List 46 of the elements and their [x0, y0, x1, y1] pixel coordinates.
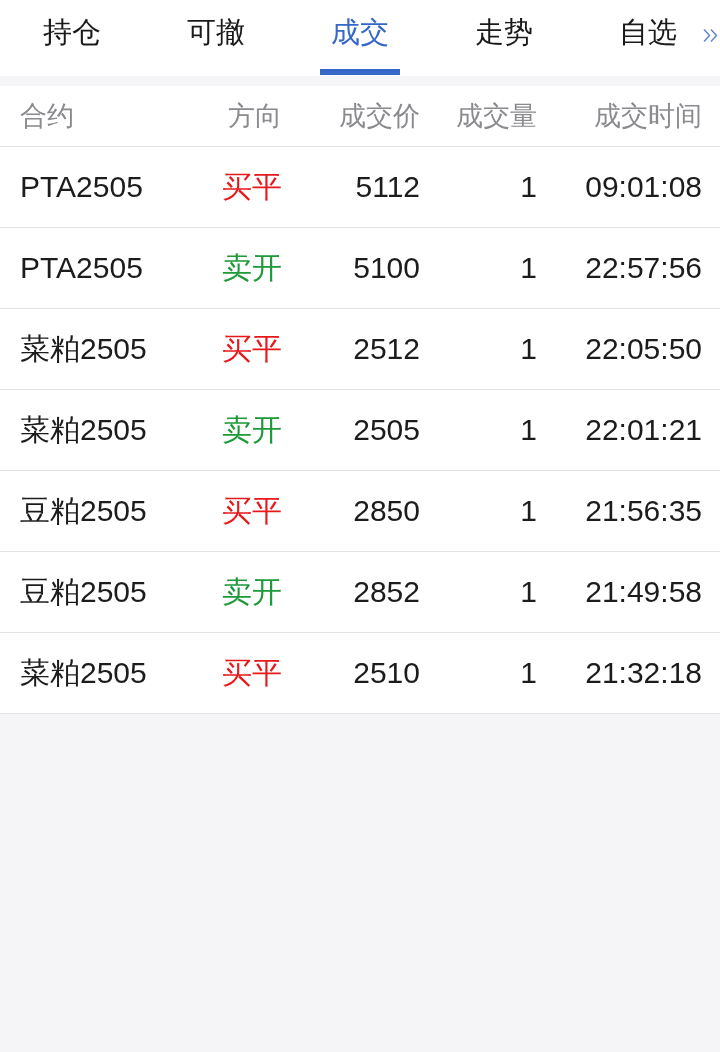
direction-text: 卖开 — [221, 249, 282, 286]
direction-text: 卖开 — [221, 573, 282, 610]
table-cell-text: PTA2505 — [20, 170, 144, 204]
table-cell-text: 2852 — [352, 575, 420, 609]
table-cell-text: 09:01:08 — [584, 170, 702, 204]
table-cell-text: 21:49:58 — [584, 575, 702, 609]
table-cell-text: 22:05:50 — [584, 332, 702, 366]
direction-text: 买平 — [221, 492, 282, 529]
double-chevron-icon[interactable] — [703, 28, 718, 43]
table-cell-text: 22:57:56 — [584, 251, 702, 285]
direction-text: 买平 — [221, 330, 282, 367]
tab[interactable]: 持仓 — [0, 0, 144, 76]
table-cell-text: 1 — [519, 575, 537, 609]
table-cell-text: PTA2505 — [20, 251, 144, 285]
table-cell-text: 5112 — [354, 170, 420, 204]
direction-text: 买平 — [221, 654, 282, 691]
table-cell-text: 1 — [519, 332, 537, 366]
table-cell-text: 2510 — [352, 656, 420, 690]
table-cell-text: 豆粕2505 — [20, 573, 148, 610]
table-cell-text: 1 — [519, 251, 537, 285]
tab[interactable]: 成交 — [288, 0, 432, 76]
table-cell-text: 菜粕2505 — [20, 411, 148, 448]
table-cell-text: 2512 — [352, 332, 420, 366]
table-cell-text: 22:01:21 — [584, 413, 702, 447]
table-cell-text: 5100 — [352, 251, 420, 285]
table-cell-text: 1 — [519, 656, 537, 690]
table-cell-text: 豆粕2505 — [20, 492, 148, 529]
tab[interactable]: 自选 — [576, 0, 720, 76]
table-cell-text: 菜粕2505 — [20, 654, 148, 691]
table-cell-text: 菜粕2505 — [20, 330, 148, 367]
table-cell-text: 1 — [519, 170, 537, 204]
table-cell-text: 2505 — [352, 413, 420, 447]
column-header: 方向 — [227, 100, 282, 133]
direction-text: 卖开 — [221, 411, 282, 448]
tab[interactable]: 可撤 — [144, 0, 288, 76]
column-header: 成交时间 — [593, 100, 702, 133]
table-cell-text: 21:32:18 — [584, 656, 702, 690]
tab[interactable]: 走势 — [432, 0, 576, 76]
column-header: 成交量 — [455, 100, 537, 133]
column-header: 合约 — [20, 100, 75, 133]
direction-text: 买平 — [221, 168, 282, 205]
table-cell-text: 21:56:35 — [584, 494, 702, 528]
column-header: 成交价 — [338, 100, 420, 133]
table-cell-text: 2850 — [352, 494, 420, 528]
table-cell-text: 1 — [519, 494, 537, 528]
table-cell-text: 1 — [519, 413, 537, 447]
